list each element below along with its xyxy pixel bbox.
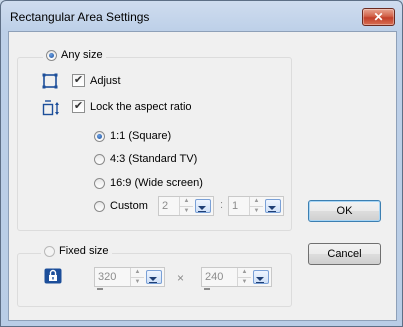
ratio-option-custom[interactable]: Custom <box>94 200 148 212</box>
window-title: Rectangular Area Settings <box>10 10 150 24</box>
cancel-button[interactable]: Cancel <box>308 243 381 265</box>
ok-button[interactable]: OK <box>308 200 381 222</box>
close-button[interactable]: ✕ <box>362 8 395 26</box>
fixed-size-separator: × <box>177 271 185 285</box>
custom-ratio-separator: : <box>220 199 224 211</box>
title-bar[interactable]: Rectangular Area Settings ✕ <box>1 1 402 31</box>
ratio-radio-standard-tv[interactable] <box>94 153 105 165</box>
custom-ratio-left-spinner[interactable]: 2 ▲ ▼ <box>158 196 214 216</box>
fixed-width-spinner[interactable]: 320 ▲ ▼ <box>94 267 165 287</box>
lock-aspect-checkbox[interactable]: ✔ <box>72 100 85 113</box>
ratio-option-standard-tv[interactable]: 4:3 (Standard TV) <box>94 153 197 165</box>
dropdown-icon[interactable] <box>265 199 281 213</box>
dropdown-icon[interactable] <box>253 270 269 284</box>
ratio-label: 4:3 (Standard TV) <box>110 153 198 165</box>
custom-ratio-right-spinner[interactable]: 1 ▲ ▼ <box>228 196 284 216</box>
any-size-label: Any size <box>61 49 103 61</box>
adjust-label: Adjust <box>90 74 121 87</box>
spinner-arrows[interactable]: ▲ ▼ <box>130 268 144 286</box>
fixed-height-value: 240 <box>205 271 224 283</box>
ratio-radio-square[interactable] <box>94 130 105 142</box>
fixed-height-spinner[interactable]: 240 ▲ ▼ <box>201 267 272 287</box>
spinner-arrows[interactable]: ▲ ▼ <box>249 197 263 215</box>
ratio-option-wide-screen[interactable]: 16:9 (Wide screen) <box>94 177 203 189</box>
dialog-client-area: Any size ✔ Adjust ✔ Lock the aspect rati… <box>8 31 397 321</box>
dropdown-icon[interactable] <box>146 270 162 284</box>
custom-ratio-right-value: 1 <box>232 200 239 212</box>
adjust-checkbox[interactable]: ✔ <box>72 74 85 87</box>
ratio-label: Custom <box>110 200 148 212</box>
ratio-label: 1:1 (Square) <box>110 130 172 142</box>
close-icon: ✕ <box>373 10 384 24</box>
ratio-option-square[interactable]: 1:1 (Square) <box>94 130 171 142</box>
dropdown-icon[interactable] <box>195 199 211 213</box>
fixed-size-label: Fixed size <box>59 245 109 257</box>
lock-icon <box>44 268 62 284</box>
ratio-label: 16:9 (Wide screen) <box>110 177 203 189</box>
custom-ratio-left-value: 2 <box>162 200 169 212</box>
spinner-arrows[interactable]: ▲ ▼ <box>179 197 193 215</box>
width-slider-marker <box>97 288 103 290</box>
lock-aspect-option[interactable]: ✔ Lock the aspect ratio <box>72 100 192 113</box>
spinner-arrows[interactable]: ▲ ▼ <box>237 268 251 286</box>
ratio-radio-wide-screen[interactable] <box>94 177 105 189</box>
dialog-window: Rectangular Area Settings ✕ Any size ✔ A… <box>0 0 403 327</box>
fixed-size-radio[interactable] <box>44 245 55 257</box>
any-size-legend[interactable]: Any size <box>43 49 106 61</box>
fixed-width-value: 320 <box>98 271 117 283</box>
any-size-radio[interactable] <box>46 49 57 61</box>
fixed-size-legend[interactable]: Fixed size <box>41 245 112 257</box>
adjust-option[interactable]: ✔ Adjust <box>72 74 121 87</box>
height-slider-marker <box>204 288 210 290</box>
crop-rectangle-icon <box>42 73 58 89</box>
aspect-ratio-icon <box>42 100 59 116</box>
lock-aspect-label: Lock the aspect ratio <box>90 100 192 113</box>
ratio-radio-custom[interactable] <box>94 200 105 212</box>
